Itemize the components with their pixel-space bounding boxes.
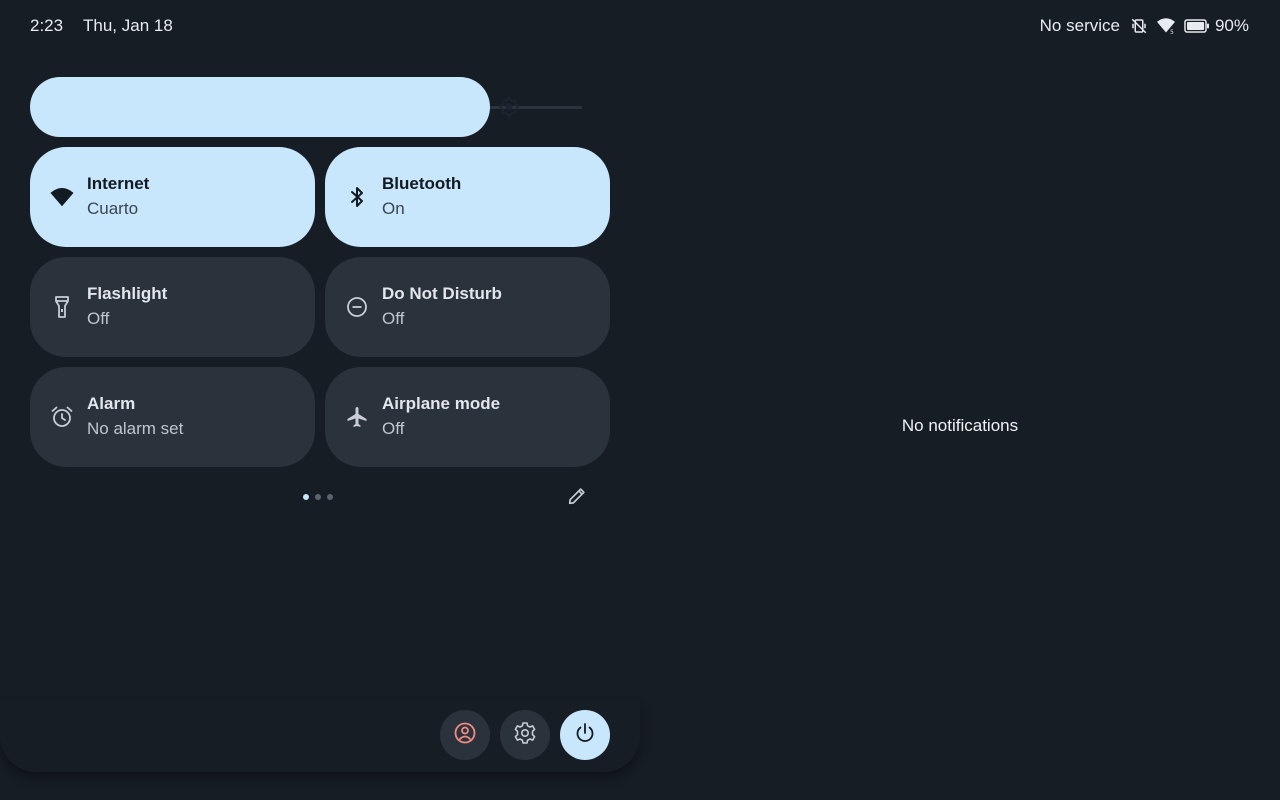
airplane-icon	[345, 405, 369, 429]
brightness-slider[interactable]	[30, 77, 490, 137]
tile-title: Internet	[87, 174, 150, 193]
tile-subtitle: Off	[87, 309, 110, 328]
edit-tiles-button[interactable]	[565, 486, 589, 510]
network-service-text: No service	[1039, 16, 1120, 35]
tile-internet[interactable]: Internet Cuarto	[30, 147, 315, 247]
tile-title: Airplane mode	[382, 394, 501, 413]
pencil-icon	[566, 485, 588, 512]
vibrate-off-icon	[1130, 17, 1148, 35]
tile-airplane-mode[interactable]: Airplane mode Off	[325, 367, 610, 467]
status-time: 2:23	[30, 16, 64, 35]
status-date: Thu, Jan 18	[83, 16, 173, 35]
alarm-icon	[50, 405, 74, 429]
tile-subtitle: On	[382, 199, 405, 218]
tile-subtitle: No alarm set	[87, 419, 184, 438]
user-switcher-button[interactable]	[440, 710, 490, 760]
power-button[interactable]	[560, 710, 610, 760]
brightness-icon	[498, 96, 520, 118]
page-dot	[327, 494, 333, 500]
svg-text:5: 5	[1170, 30, 1174, 35]
tile-subtitle: Cuarto	[87, 199, 139, 218]
android-tablet-screen: 2:23 Thu, Jan 18 No service 5 90% Intern…	[0, 0, 1280, 800]
battery-percent: 90%	[1214, 16, 1249, 35]
tile-flashlight[interactable]: Flashlight Off	[30, 257, 315, 357]
page-dot	[315, 494, 321, 500]
flashlight-icon	[50, 295, 74, 319]
wifi-icon: 5	[1156, 17, 1176, 35]
page-dot	[303, 494, 309, 500]
status-bar: 2:23 Thu, Jan 18 No service 5 90%	[0, 0, 1280, 52]
page-indicator	[303, 494, 339, 500]
no-notifications-text: No notifications	[901, 416, 1019, 435]
battery-icon	[1184, 19, 1210, 33]
do-not-disturb-icon	[345, 295, 369, 319]
power-icon	[573, 721, 597, 750]
tile-bluetooth[interactable]: Bluetooth On	[325, 147, 610, 247]
wifi-icon	[50, 185, 74, 209]
user-icon	[453, 721, 477, 750]
tile-title: Alarm	[87, 394, 136, 413]
tile-alarm[interactable]: Alarm No alarm set	[30, 367, 315, 467]
tile-do-not-disturb[interactable]: Do Not Disturb Off	[325, 257, 610, 357]
tile-subtitle: Off	[382, 419, 405, 438]
settings-button[interactable]	[500, 710, 550, 760]
tile-title: Do Not Disturb	[382, 284, 502, 303]
status-indicators: No service 5 90%	[1040, 14, 1249, 38]
tile-subtitle: Off	[382, 309, 405, 328]
tile-title: Flashlight	[87, 284, 168, 303]
gear-icon	[513, 721, 537, 750]
tile-title: Bluetooth	[382, 174, 462, 193]
bluetooth-icon	[345, 185, 369, 209]
